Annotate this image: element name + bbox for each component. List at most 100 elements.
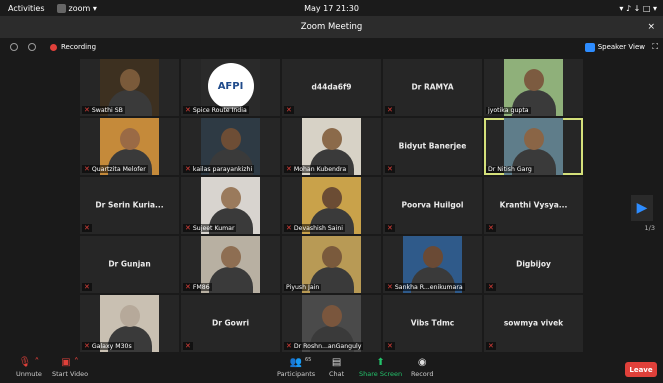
- video-off-icon: ▣ ˄: [61, 357, 79, 368]
- page-indicator: 1/3: [644, 224, 655, 232]
- participant-name-label: ✕ Mohan Kubendra: [284, 165, 349, 173]
- mic-muted-icon: ✕: [387, 224, 393, 232]
- participant-name-label: ✕: [183, 342, 193, 350]
- mic-muted-icon: 🎙 ˄: [18, 357, 40, 368]
- participant-head: [321, 128, 342, 150]
- participant-tile[interactable]: ✕ kailas parayankizhi: [181, 118, 280, 175]
- participant-head: [119, 128, 140, 150]
- info-icon[interactable]: [10, 43, 18, 51]
- participant-name-label: ✕: [284, 106, 294, 114]
- participant-tile[interactable]: sowmya vivek ✕: [484, 295, 583, 352]
- leave-button[interactable]: Leave: [625, 362, 657, 377]
- participant-tile[interactable]: Vibs Tdmc ✕: [383, 295, 482, 352]
- participant-tile[interactable]: ✕ Galaxy M30s: [80, 295, 179, 352]
- participant-name: Spice Route India: [192, 106, 247, 114]
- mic-muted-icon: ✕: [488, 342, 494, 350]
- participant-tile[interactable]: Piyush Jain: [282, 236, 381, 293]
- participant-tile[interactable]: Digbijoy ✕: [484, 236, 583, 293]
- meeting-info-bar: Recording Speaker View ⛶: [0, 38, 663, 56]
- security-shield-icon[interactable]: [28, 43, 36, 51]
- participant-tile[interactable]: Kranthi Vysya... ✕: [484, 177, 583, 234]
- participant-tile[interactable]: ✕ Dr Roshn...anGanguly: [282, 295, 381, 352]
- participant-name-label: ✕: [385, 342, 395, 350]
- app-name: zoom ▾: [68, 3, 97, 13]
- share-screen-button[interactable]: ⬆ Share Screen: [359, 357, 402, 378]
- zoom-app-icon: [56, 3, 66, 13]
- record-button[interactable]: ◉ Record: [411, 357, 433, 378]
- participant-name: jyotika gupta: [488, 107, 529, 114]
- participant-name-label: ✕: [82, 224, 92, 232]
- participant-head: [422, 246, 443, 268]
- participant-display-name: d44da6f9: [311, 82, 352, 92]
- app-menu[interactable]: zoom ▾: [56, 3, 97, 13]
- participant-name-label: ✕: [82, 283, 92, 291]
- participant-head: [321, 305, 342, 327]
- participant-tile[interactable]: Bidyut Banerjee ✕: [383, 118, 482, 175]
- participant-tile[interactable]: Dr Nitish Garg: [484, 118, 583, 175]
- participant-name-label: ✕ Galaxy M30s: [82, 342, 134, 350]
- participant-tile[interactable]: ✕ Mohan Kubendra: [282, 118, 381, 175]
- mic-muted-icon: ✕: [488, 283, 494, 291]
- participant-head: [220, 128, 241, 150]
- participant-tile[interactable]: ✕ FM86: [181, 236, 280, 293]
- participant-tile[interactable]: Dr Serin Kuria... ✕: [80, 177, 179, 234]
- participant-head: [321, 246, 342, 268]
- participant-count: 65: [305, 357, 312, 363]
- participant-tile[interactable]: ✕ Devashish Saini: [282, 177, 381, 234]
- participant-name-label: jyotika gupta: [486, 107, 531, 114]
- system-status-icons[interactable]: ▾ ♪ ↓ □ ▾: [619, 4, 657, 13]
- unmute-button[interactable]: 🎙 ˄ Unmute: [16, 357, 42, 378]
- next-page-button[interactable]: ▶: [631, 195, 653, 221]
- participant-name: Devashish Saini: [293, 224, 343, 232]
- participant-name-label: ✕ kailas parayankizhi: [183, 165, 255, 173]
- mic-muted-icon: ✕: [84, 224, 90, 232]
- mic-muted-icon: ✕: [286, 165, 292, 173]
- participant-display-name: Poorva Huilgol: [401, 200, 464, 210]
- speaker-view-label: Speaker View: [597, 43, 645, 51]
- participant-tile[interactable]: Dr RAMYA ✕: [383, 59, 482, 116]
- mic-muted-icon: ✕: [387, 342, 393, 350]
- participant-name-label: ✕ Devashish Saini: [284, 224, 345, 232]
- system-clock[interactable]: May 17 21:30: [304, 4, 359, 13]
- meeting-toolbar: 🎙 ˄ Unmute ▣ ˄ Start Video 👥 Participant…: [0, 355, 663, 383]
- participant-name: Dr Roshn...anGanguly: [293, 342, 362, 350]
- speaker-view-icon: [584, 42, 595, 52]
- window-close-button[interactable]: ×: [647, 22, 655, 32]
- participant-tile[interactable]: Dr Gowri ✕: [181, 295, 280, 352]
- participant-tile[interactable]: Dr Gunjan ✕: [80, 236, 179, 293]
- chat-button[interactable]: ▤ Chat: [329, 357, 344, 378]
- participant-tile[interactable]: Poorva Huilgol ✕: [383, 177, 482, 234]
- speaker-view-button[interactable]: Speaker View: [584, 42, 645, 52]
- participant-head: [119, 305, 140, 327]
- participant-tile[interactable]: ✕ Swathi SB: [80, 59, 179, 116]
- participant-name-label: ✕: [385, 165, 395, 173]
- participant-name-label: ✕ Swathi SB: [82, 106, 125, 114]
- participant-name-label: ✕: [385, 224, 395, 232]
- participant-tile[interactable]: jyotika gupta: [484, 59, 583, 116]
- participant-head: [220, 246, 241, 268]
- participant-tile[interactable]: ✕ Sujeet Kumar: [181, 177, 280, 234]
- participant-name-label: ✕: [486, 283, 496, 291]
- chat-icon: ▤: [331, 357, 342, 368]
- participant-head: [523, 128, 544, 150]
- mic-muted-icon: ✕: [84, 106, 90, 114]
- start-video-button[interactable]: ▣ ˄ Start Video: [52, 357, 88, 378]
- mic-muted-icon: ✕: [286, 106, 292, 114]
- mic-muted-icon: ✕: [286, 342, 292, 350]
- participant-display-name: Dr Gunjan: [108, 259, 151, 269]
- mic-muted-icon: ✕: [185, 342, 191, 350]
- participant-tile[interactable]: AFPI ✕ Spice Route India: [181, 59, 280, 116]
- participant-name: Sujeet Kumar: [192, 224, 235, 232]
- chat-label: Chat: [329, 370, 345, 378]
- participant-tile[interactable]: ✕ Sankha R...enikumara: [383, 236, 482, 293]
- mic-muted-icon: ✕: [185, 106, 191, 114]
- participant-name: Piyush Jain: [286, 284, 320, 291]
- participant-tile[interactable]: d44da6f9 ✕: [282, 59, 381, 116]
- participant-tile[interactable]: ✕ Quartzita Melofer: [80, 118, 179, 175]
- participant-name-label: ✕ Sankha R...enikumara: [385, 283, 465, 291]
- mic-muted-icon: ✕: [84, 283, 90, 291]
- activities-button[interactable]: Activities: [8, 4, 45, 13]
- mic-muted-icon: ✕: [387, 165, 393, 173]
- fullscreen-icon[interactable]: ⛶: [652, 42, 658, 52]
- window-title: Zoom Meeting: [300, 22, 363, 32]
